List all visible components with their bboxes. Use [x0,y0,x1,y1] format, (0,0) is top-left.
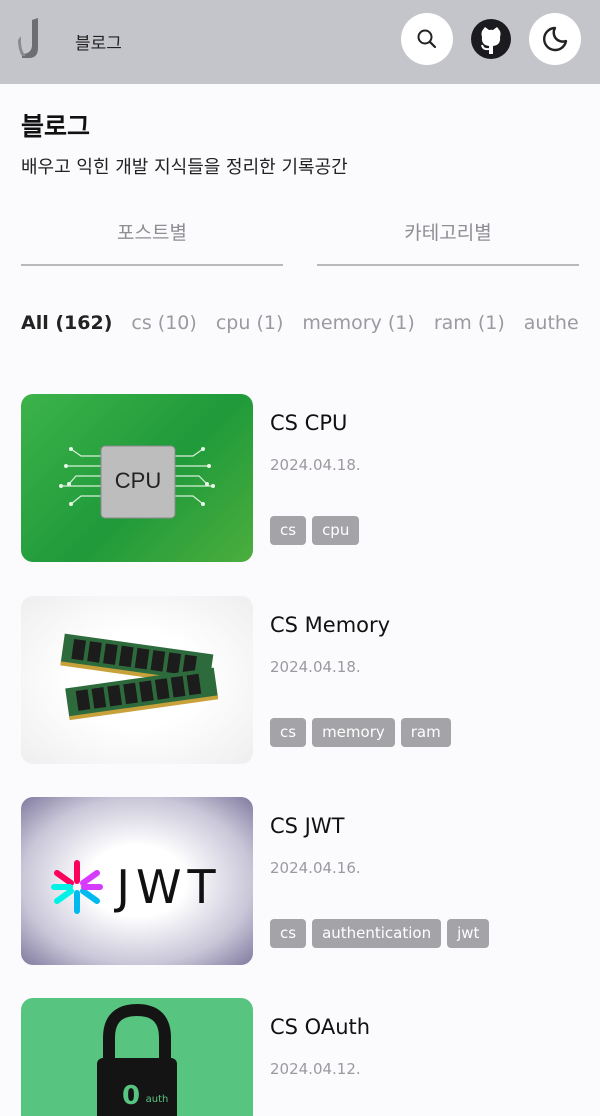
filter-memory[interactable]: memory (1) [302,312,414,334]
tab-categories[interactable]: 카테고리별 [317,218,579,266]
category-filter-list: All (162) cs (10) cpu (1) memory (1) ram… [21,312,579,342]
header-title[interactable]: 블로그 [75,29,122,54]
search-button[interactable] [401,13,453,65]
post-thumbnail[interactable]: JWT [21,797,253,965]
tag[interactable]: cs [270,516,307,545]
post-tags: cs cpu [270,516,360,545]
jwt-thumb-label: JWT [113,860,221,914]
post-tags: cs authentication jwt [270,919,490,948]
oauth-thumb-digit: 0 [122,1081,140,1111]
oauth-thumb-label: auth [146,1094,169,1105]
github-button[interactable] [465,13,517,65]
search-icon [417,29,437,49]
j-logo-icon[interactable] [18,16,48,60]
post-card[interactable]: JWT CS JWT 2024.04.16. cs authentication… [21,797,579,967]
github-icon [471,19,511,59]
filter-authentication[interactable]: authentication (1) [524,312,579,334]
tag[interactable]: jwt [447,919,490,948]
post-thumbnail[interactable] [21,596,253,764]
moon-icon [543,26,568,52]
page-title: 블로그 [21,112,91,141]
theme-toggle-button[interactable] [529,13,581,65]
filter-ram[interactable]: ram (1) [434,312,505,334]
post-card[interactable]: CPU CS CPU 2024.04.18. cs cpu [21,394,579,564]
ram-sticks-image [60,633,219,721]
post-tags: cs memory ram [270,718,451,747]
post-thumbnail[interactable]: 0 auth [21,998,253,1116]
top-header: 블로그 [0,0,600,84]
tab-posts[interactable]: 포스트별 [21,218,283,266]
post-title[interactable]: CS CPU [270,411,347,435]
post-title[interactable]: CS Memory [270,613,390,637]
tag[interactable]: cpu [312,516,360,545]
tag[interactable]: cs [270,919,307,948]
cpu-thumb-label: CPU [115,468,161,493]
filter-cs[interactable]: cs (10) [131,312,196,334]
filter-all[interactable]: All (162) [21,312,112,334]
filter-cpu[interactable]: cpu (1) [216,312,284,334]
post-title[interactable]: CS JWT [270,814,344,838]
tag[interactable]: memory [312,718,395,747]
post-date: 2024.04.12. [270,1060,361,1078]
post-date: 2024.04.16. [270,859,361,877]
cpu-chip-image: CPU [59,445,215,519]
jwt-logo-image: JWT [51,860,221,914]
tag[interactable]: ram [400,718,451,747]
tag[interactable]: authentication [312,919,442,948]
post-card[interactable]: 0 auth CS OAuth 2024.04.12. [21,998,579,1116]
post-thumbnail[interactable]: CPU [21,394,253,562]
post-date: 2024.04.18. [270,456,361,474]
post-date: 2024.04.18. [270,658,361,676]
post-title[interactable]: CS OAuth [270,1015,370,1039]
oauth-lock-image: 0 auth [97,1003,177,1116]
post-card[interactable]: CS Memory 2024.04.18. cs memory ram [21,596,579,766]
page-description: 배우고 익힌 개발 지식들을 정리한 기록공간 [21,157,348,178]
tag[interactable]: cs [270,718,307,747]
